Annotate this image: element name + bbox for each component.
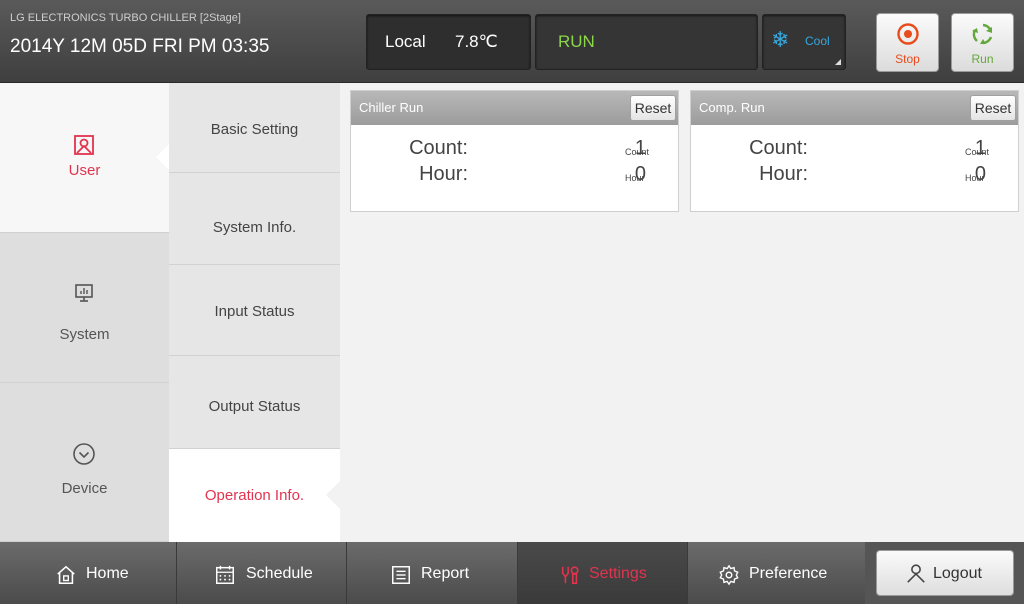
comp-run-card: Comp. Run Reset Count: 1 Count Hour: 0 H… — [690, 90, 1019, 212]
monitor-icon — [75, 284, 93, 302]
logout-label: Logout — [933, 565, 982, 582]
left-nav: User System Device — [0, 83, 170, 542]
operation-mode-selector[interactable]: ❄ Cool — [762, 14, 846, 70]
sub-nav-label: Basic Setting — [210, 121, 299, 138]
sub-nav-label: Output Status — [208, 398, 301, 415]
stop-icon — [896, 23, 919, 45]
operation-mode-label: Cool — [805, 34, 830, 48]
run-status-panel: RUN — [535, 14, 758, 70]
bottom-nav-label: Report — [421, 565, 470, 582]
snowflake-icon: ❄ — [771, 27, 790, 52]
reset-button[interactable]: Reset — [970, 95, 1016, 121]
card-header: Chiller Run Reset — [351, 91, 678, 125]
sub-nav-item-input-status[interactable]: Input Status — [169, 265, 340, 356]
home-icon — [57, 565, 75, 585]
card-title: Chiller Run — [359, 100, 424, 115]
reset-button[interactable]: Reset — [630, 95, 676, 121]
datetime-display: 2014Y 12M 05D FRI PM 03:35 — [10, 36, 270, 57]
control-mode-label: Local — [385, 32, 426, 51]
report-icon — [392, 566, 410, 584]
hour-label: Hour: — [419, 163, 468, 185]
card-header: Comp. Run Reset — [691, 91, 1018, 125]
gear-icon — [719, 564, 739, 586]
main-content: Chiller Run Reset Count: 1 Count Hour: 0… — [340, 83, 1024, 542]
device-title: LG ELECTRONICS TURBO CHILLER [2Stage] — [10, 12, 241, 24]
stop-button[interactable]: Stop — [876, 13, 939, 72]
bottom-nav-report[interactable]: Report — [347, 542, 518, 604]
run-button[interactable]: Run — [951, 13, 1014, 72]
header-bar: LG ELECTRONICS TURBO CHILLER [2Stage] 20… — [0, 0, 1024, 83]
hour-row: Hour: 0 Hour — [691, 163, 1018, 189]
calendar-icon — [216, 565, 234, 584]
count-row: Count: 1 Count — [351, 137, 678, 163]
hour-unit: Hour — [965, 173, 985, 183]
bottom-nav-label: Preference — [749, 565, 828, 582]
sub-nav-label: System Info. — [212, 219, 297, 236]
left-nav-item-device[interactable]: Device — [0, 383, 169, 542]
count-label: Count: — [409, 137, 468, 159]
run-status-text: RUN — [558, 32, 595, 51]
hour-label: Hour: — [759, 163, 808, 185]
mode-temp-panel: Local 7.8℃ — [366, 14, 531, 70]
bottom-nav-label: Schedule — [246, 565, 313, 582]
left-nav-item-system[interactable]: System — [0, 233, 169, 383]
sub-nav-item-output-status[interactable]: Output Status — [169, 356, 340, 449]
chevron-circle-icon — [73, 443, 95, 465]
bottom-nav-label: Home — [86, 565, 129, 582]
sub-nav-label: Input Status — [214, 303, 295, 320]
left-nav-label-device: Device — [61, 480, 108, 497]
stop-button-label: Stop — [895, 52, 920, 66]
settings-icon — [561, 566, 579, 585]
user-icon — [74, 135, 94, 155]
bottom-nav-label: Settings — [589, 565, 647, 582]
sub-nav: Basic Setting System Info. Input Status … — [169, 83, 340, 542]
hour-unit: Hour — [625, 173, 645, 183]
sub-nav-item-system-info[interactable]: System Info. — [169, 173, 340, 265]
bottom-nav-schedule[interactable]: Schedule — [177, 542, 347, 604]
dropdown-corner-icon — [835, 59, 841, 65]
card-title: Comp. Run — [699, 100, 765, 115]
active-notch-indicator — [156, 143, 170, 171]
user-icon — [907, 564, 925, 583]
count-label: Count: — [749, 137, 808, 159]
run-button-label: Run — [971, 52, 994, 66]
bottom-nav-preference[interactable]: Preference — [688, 542, 865, 604]
left-nav-label-system: System — [59, 326, 110, 343]
chiller-run-card: Chiller Run Reset Count: 1 Count Hour: 0… — [350, 90, 679, 212]
hour-row: Hour: 0 Hour — [351, 163, 678, 189]
left-nav-label-user: User — [68, 162, 101, 179]
bottom-nav-home[interactable]: Home — [0, 542, 177, 604]
bottom-nav-settings[interactable]: Settings — [518, 542, 688, 604]
sub-nav-item-operation-info[interactable]: Operation Info. — [169, 449, 340, 542]
count-unit: Count — [965, 147, 990, 157]
logout-button[interactable]: Logout — [876, 550, 1014, 596]
count-row: Count: 1 Count — [691, 137, 1018, 163]
temperature-readout: 7.8℃ — [455, 32, 498, 51]
active-notch-indicator — [169, 481, 340, 509]
recycle-icon — [971, 23, 992, 45]
count-unit: Count — [625, 147, 650, 157]
left-nav-item-user[interactable]: User — [0, 83, 170, 233]
bottom-nav: Home Schedule Report Settings Preference… — [0, 542, 1024, 604]
sub-nav-item-basic-setting[interactable]: Basic Setting — [169, 83, 340, 173]
